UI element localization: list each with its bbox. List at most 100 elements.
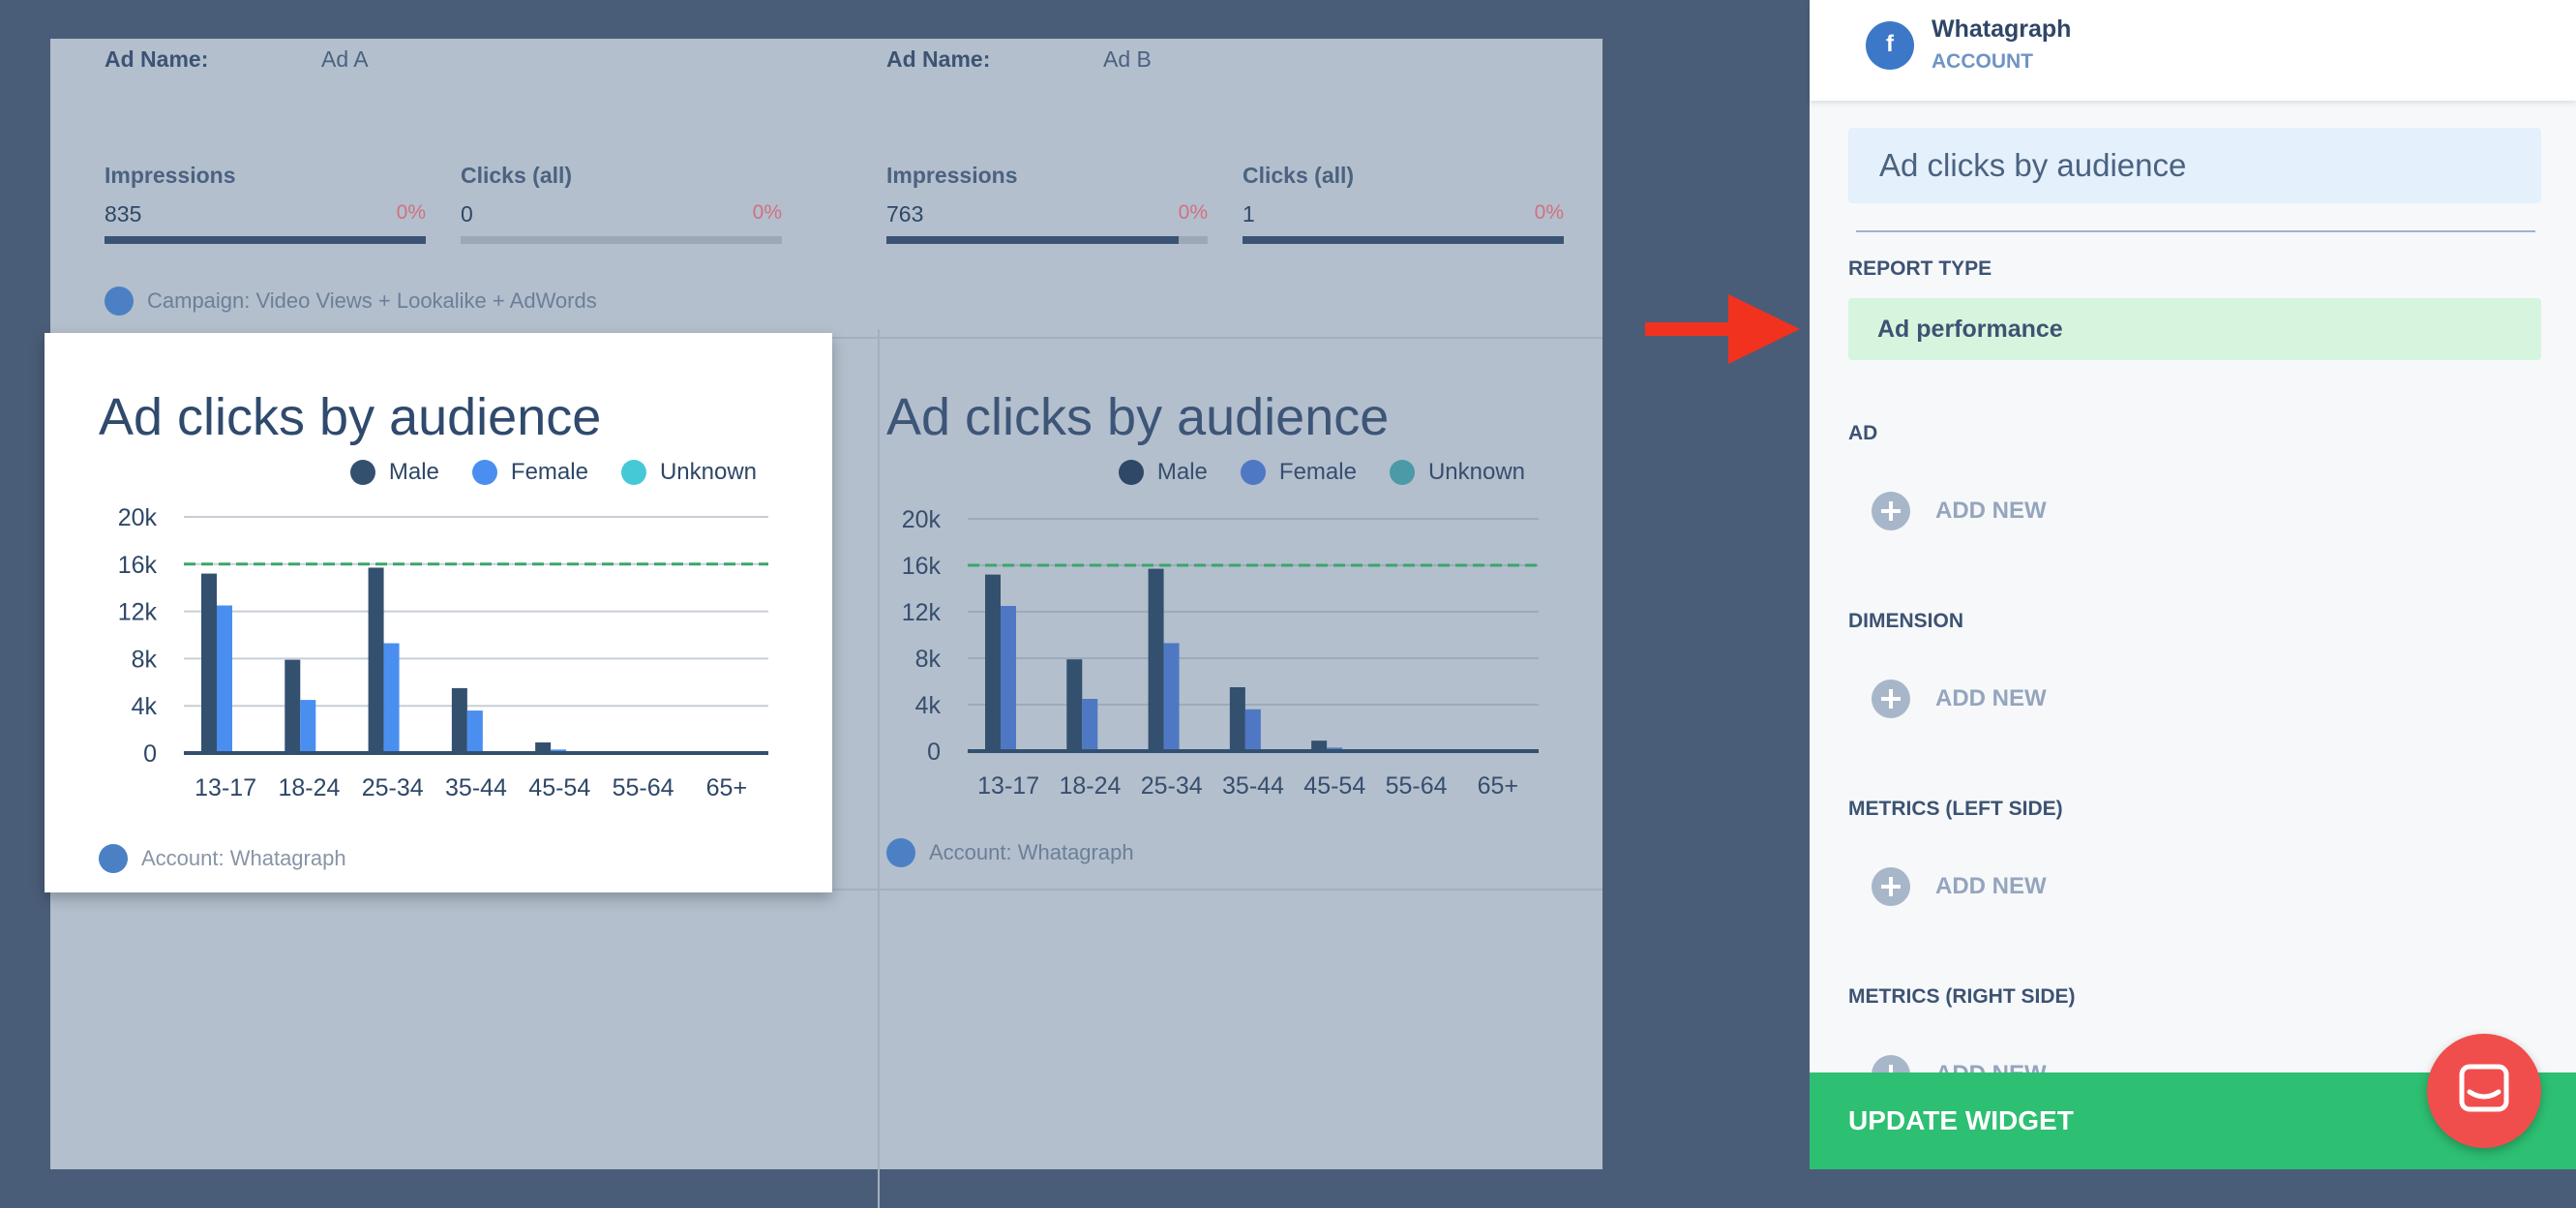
legend-item-male: Male bbox=[1118, 459, 1208, 486]
x-tick-label: 55-64 bbox=[613, 774, 674, 801]
metric-label: Clicks (all) bbox=[461, 163, 573, 188]
legend-item-female: Female bbox=[1240, 459, 1357, 486]
legend-item-male: Male bbox=[349, 459, 439, 486]
section-label-ad: AD bbox=[1848, 422, 1878, 444]
plus-circle-icon bbox=[1872, 680, 1910, 718]
metric-progress-bar bbox=[105, 236, 426, 244]
bar-female bbox=[1001, 606, 1016, 751]
metric-change: 0% bbox=[752, 201, 782, 224]
legend-item-unknown: Unknown bbox=[620, 459, 757, 486]
plus-circle-icon bbox=[1872, 492, 1910, 530]
metric-value: 1 bbox=[1243, 201, 1255, 226]
x-tick-label: 13-17 bbox=[195, 774, 256, 801]
section-label-metrics-right: METRICS (RIGHT SIDE) bbox=[1848, 985, 2076, 1008]
metric-change: 0% bbox=[1178, 201, 1208, 224]
y-tick-label: 8k bbox=[915, 646, 942, 673]
account-header[interactable]: f Whatagraph ACCOUNT bbox=[1810, 0, 2576, 101]
ad-name-value: Ad B bbox=[1103, 46, 1152, 72]
metric-progress-bar bbox=[1243, 236, 1564, 244]
clicks-metric: Clicks (all) 1 0% bbox=[1243, 163, 1564, 244]
bar-female bbox=[1163, 643, 1180, 751]
legend-dot bbox=[620, 460, 646, 485]
x-tick-label: 13-17 bbox=[977, 772, 1039, 800]
ad-name-value: Ad A bbox=[321, 46, 369, 72]
bar-female bbox=[466, 710, 483, 753]
report-type-label: REPORT TYPE bbox=[1848, 257, 1992, 280]
x-tick-label: 55-64 bbox=[1386, 772, 1448, 800]
bar-male bbox=[1229, 687, 1245, 751]
x-tick-label: 65+ bbox=[706, 774, 747, 801]
legend-label: Male bbox=[1156, 459, 1208, 485]
chat-launcher-button[interactable] bbox=[2427, 1034, 2541, 1148]
legend-dot bbox=[349, 460, 375, 485]
x-tick-label: 18-24 bbox=[278, 774, 340, 801]
footer-label: Account: Whatagraph bbox=[929, 840, 1134, 864]
section-label-dimension: DIMENSION bbox=[1848, 610, 1964, 632]
facebook-ads-icon: f bbox=[1866, 21, 1914, 70]
add-dimension-button[interactable]: ADD NEW bbox=[1872, 680, 2047, 718]
legend-dot bbox=[471, 460, 497, 485]
y-tick-label: 16k bbox=[902, 553, 942, 580]
chart-widget-ad-b[interactable]: Ad clicks by audience Male Female Unknow… bbox=[832, 333, 1603, 892]
section-label-metrics-left: METRICS (LEFT SIDE) bbox=[1848, 798, 2063, 820]
x-tick-label: 25-34 bbox=[362, 774, 424, 801]
y-tick-label: 20k bbox=[118, 504, 158, 531]
legend-dot bbox=[1389, 460, 1415, 485]
add-metric-left-button[interactable]: ADD NEW bbox=[1872, 867, 2047, 906]
ad-a-widget[interactable]: Ad Name: Ad A Impressions 835 0% Clicks … bbox=[50, 39, 805, 339]
legend-label: Unknown bbox=[659, 459, 757, 485]
legend-dot bbox=[1118, 460, 1144, 485]
widget-title-input[interactable] bbox=[1848, 128, 2541, 203]
y-tick-label: 4k bbox=[132, 693, 158, 720]
legend-label: Female bbox=[510, 459, 588, 485]
metric-progress-fill bbox=[1243, 236, 1564, 244]
chart-legend: Male Female Unknown bbox=[349, 459, 757, 486]
ad-name-label: Ad Name: bbox=[105, 46, 209, 72]
metric-progress-fill bbox=[886, 236, 1180, 244]
facebook-ads-icon bbox=[105, 287, 134, 316]
impressions-metric: Impressions 835 0% bbox=[105, 163, 426, 244]
clicks-metric: Clicks (all) 0 0% bbox=[461, 163, 782, 244]
legend-dot bbox=[1240, 460, 1266, 485]
add-ad-button[interactable]: ADD NEW bbox=[1872, 492, 2047, 530]
legend-item-unknown: Unknown bbox=[1389, 459, 1525, 486]
bar-female bbox=[1082, 699, 1098, 751]
chart-widget-ad-a[interactable]: Ad clicks by audience Male Female Unknow… bbox=[45, 333, 832, 892]
facebook-ads-icon bbox=[886, 838, 915, 867]
campaign-footer: Campaign: Video Views + Lookalike + AdWo… bbox=[105, 287, 597, 316]
campaign-label: Campaign: Video Views + Lookalike + AdWo… bbox=[147, 288, 597, 313]
metric-progress-bar bbox=[886, 236, 1208, 244]
widget-footer: Account: Whatagraph bbox=[886, 838, 1134, 867]
y-tick-label: 0 bbox=[927, 739, 941, 766]
ad-name-label: Ad Name: bbox=[886, 46, 991, 72]
chat-icon bbox=[2459, 1064, 2509, 1112]
y-tick-label: 12k bbox=[118, 599, 158, 626]
report-type-value: Ad performance bbox=[1877, 316, 2063, 343]
bar-male bbox=[1148, 568, 1164, 751]
y-tick-label: 16k bbox=[118, 552, 158, 579]
y-tick-label: 4k bbox=[915, 692, 942, 719]
metric-progress-fill bbox=[105, 236, 426, 244]
bar-male bbox=[451, 687, 467, 753]
bar-male bbox=[368, 567, 384, 753]
bar-female bbox=[383, 643, 400, 753]
bar-female bbox=[1244, 709, 1261, 751]
legend-label: Unknown bbox=[1427, 459, 1525, 485]
facebook-ads-icon bbox=[99, 844, 128, 873]
chart-title: Ad clicks by audience bbox=[99, 388, 602, 446]
bar-female bbox=[217, 605, 232, 753]
x-tick-label: 45-54 bbox=[1303, 772, 1365, 800]
chart-title: Ad clicks by audience bbox=[886, 388, 1390, 446]
bar-male bbox=[985, 574, 1001, 751]
metric-value: 835 bbox=[105, 201, 142, 226]
add-new-label: ADD NEW bbox=[1935, 498, 2047, 524]
bar-male bbox=[201, 573, 217, 753]
ad-b-widget[interactable]: Ad Name: Ad B Impressions 763 0% Clicks … bbox=[832, 39, 1587, 339]
report-type-select[interactable]: Ad performance bbox=[1848, 298, 2541, 360]
account-name: Whatagraph bbox=[1932, 15, 2072, 43]
bar-male bbox=[1066, 659, 1083, 751]
x-tick-label: 65+ bbox=[1478, 772, 1518, 800]
y-tick-label: 0 bbox=[143, 740, 157, 768]
add-new-label: ADD NEW bbox=[1935, 873, 2047, 899]
divider bbox=[1856, 230, 2535, 232]
